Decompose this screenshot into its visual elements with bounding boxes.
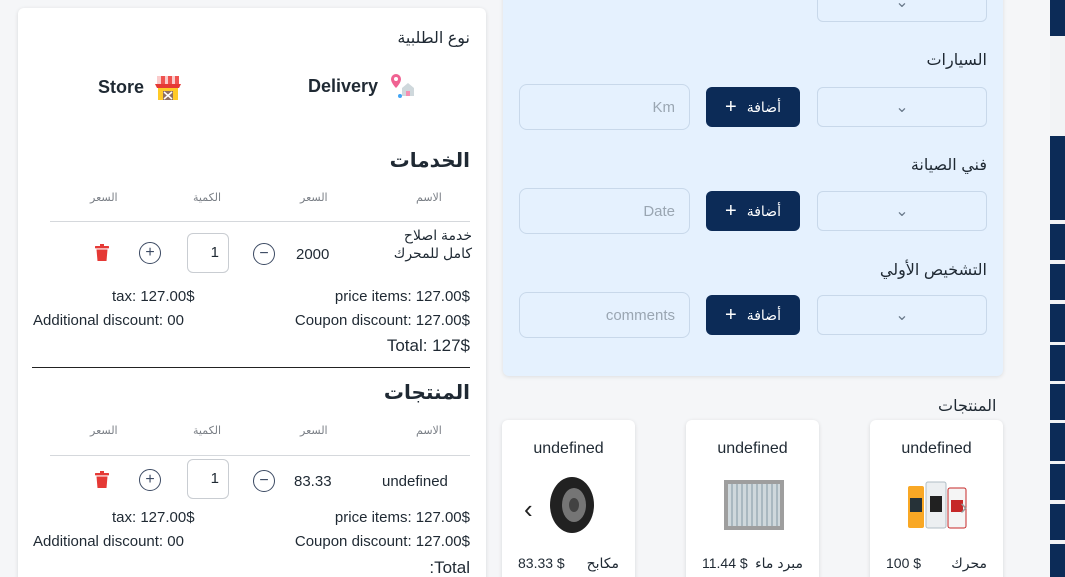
top-select[interactable]: ⌄ <box>817 0 987 22</box>
sidebar-tab[interactable] <box>1050 544 1065 577</box>
product-category: مكابح <box>586 555 619 571</box>
services-row-price: 2000 <box>296 246 330 263</box>
products-tax: tax: 127.00$ <box>112 509 195 526</box>
chevron-down-icon: ⌄ <box>895 307 909 324</box>
services-col-price-2: السعر <box>90 192 118 204</box>
products-header-divider <box>50 455 470 456</box>
products-col-price: السعر <box>300 425 328 437</box>
add-label: أضافة <box>746 306 781 323</box>
store-option-label: Store <box>98 76 145 97</box>
add-technician-button[interactable]: أضافة + <box>706 191 800 231</box>
add-diagnosis-button[interactable]: أضافة + <box>706 295 800 335</box>
catalog-title: المنتجات <box>938 398 997 415</box>
services-price-items: price items: 127.00$ <box>334 288 470 305</box>
sidebar-tab[interactable] <box>1050 224 1065 260</box>
chevron-down-icon: ⌄ <box>895 99 909 116</box>
add-label: أضافة <box>746 202 781 219</box>
services-additional-discount: Additional discount: 00 <box>33 312 184 329</box>
sidebar-tab[interactable] <box>1050 384 1065 420</box>
services-col-name: الاسم <box>416 192 442 204</box>
sidebar-tab[interactable] <box>1050 264 1065 300</box>
date-input[interactable]: Date <box>519 188 690 234</box>
plus-icon: + <box>725 304 737 326</box>
products-price-items: price items: 127.00$ <box>334 509 470 526</box>
sidebar-tab[interactable] <box>1050 304 1065 342</box>
order-type-store[interactable]: Store <box>98 72 182 102</box>
decrease-quantity-button[interactable]: − <box>253 470 275 492</box>
add-car-button[interactable]: أضافة + <box>706 87 800 127</box>
add-label: أضافة <box>746 98 781 115</box>
decrease-quantity-button[interactable]: − <box>253 243 275 265</box>
tire-icon <box>550 477 594 533</box>
services-header-divider <box>50 221 470 222</box>
services-tax: tax: 127.00$ <box>112 288 195 305</box>
increase-quantity-button[interactable]: + <box>139 469 161 491</box>
sidebar-tab[interactable] <box>1050 136 1065 220</box>
products-col-name: الاسم <box>416 425 442 437</box>
carousel-prev-arrow[interactable]: ‹ <box>524 494 533 525</box>
diagnosis-select[interactable]: ⌄ <box>817 295 987 335</box>
product-price: 11.44 $ <box>702 555 748 571</box>
product-price: 83.33 $ <box>518 555 565 571</box>
chevron-down-icon: ⌄ <box>895 203 909 220</box>
product-name: undefined <box>901 440 972 457</box>
diagnosis-label: التشخيص الأولي <box>879 262 987 279</box>
services-coupon-discount: Coupon discount: 127.00$ <box>294 312 470 329</box>
products-row-price: 83.33 <box>294 473 332 490</box>
services-quantity-input[interactable]: 1 <box>187 233 229 273</box>
increase-quantity-button[interactable]: + <box>139 242 161 264</box>
services-col-quantity: الكمية <box>193 192 222 204</box>
product-name: undefined <box>717 440 788 457</box>
product-card[interactable]: undefined 83.33 $ مكابح ‹ <box>502 420 635 577</box>
product-card[interactable]: undefined 100 $ محرك › <box>870 420 1003 577</box>
comments-input[interactable]: comments <box>519 292 690 338</box>
sidebar-tab[interactable] <box>1050 464 1065 500</box>
services-total: Total: 127$ <box>386 336 470 355</box>
sidebar-tab[interactable] <box>1050 0 1065 36</box>
trash-icon[interactable] <box>92 470 112 490</box>
plus-icon: + <box>725 96 737 118</box>
services-row-name: خدمة اصلاح كامل للمحرك <box>393 227 472 261</box>
products-col-price-2: السعر <box>90 425 118 437</box>
km-input[interactable]: Km <box>519 84 690 130</box>
cars-select[interactable]: ⌄ <box>817 87 987 127</box>
product-category: مبرد ماء <box>755 555 803 571</box>
product-card[interactable]: undefined 11.44 $ مبرد ماء <box>686 420 819 577</box>
products-total: :Total <box>429 558 470 577</box>
technician-select[interactable]: ⌄ <box>817 191 987 231</box>
order-card: نوع الطلبية Delivery Store الخدمات الاسم… <box>18 8 486 577</box>
products-col-quantity: الكمية <box>193 425 222 437</box>
sidebar-tab[interactable] <box>1050 423 1065 461</box>
chevron-down-icon: ⌄ <box>895 0 909 11</box>
delivery-option-label: Delivery <box>308 75 379 96</box>
order-type-label: نوع الطلبية <box>397 30 470 47</box>
product-name: undefined <box>533 440 604 457</box>
products-coupon-discount: Coupon discount: 127.00$ <box>294 533 470 550</box>
order-type-delivery[interactable]: Delivery <box>308 72 416 100</box>
product-category: محرك <box>951 555 987 571</box>
product-price: 100 $ <box>886 555 922 571</box>
cars-label: السيارات <box>926 52 987 69</box>
store-icon <box>155 76 182 100</box>
sidebar-tab[interactable] <box>1050 504 1065 540</box>
services-col-price: السعر <box>300 192 328 204</box>
sidebar-tab[interactable] <box>1050 345 1065 381</box>
plus-icon: + <box>725 200 737 222</box>
section-divider <box>32 367 470 368</box>
delivery-location-icon <box>391 74 415 98</box>
products-title: المنتجات <box>383 382 470 404</box>
radiator-icon <box>724 480 784 530</box>
services-title: الخدمات <box>389 150 470 172</box>
products-additional-discount: Additional discount: 00 <box>33 533 184 550</box>
products-row-name: undefined <box>382 473 448 490</box>
order-form-panel: ⌄ السيارات ⌄ أضافة + Km فني الصيانة ⌄ أض… <box>503 0 1003 376</box>
carousel-next-arrow[interactable]: › <box>960 494 967 520</box>
trash-icon[interactable] <box>92 243 112 263</box>
technician-label: فني الصيانة <box>910 157 987 174</box>
products-quantity-input[interactable]: 1 <box>187 459 229 499</box>
